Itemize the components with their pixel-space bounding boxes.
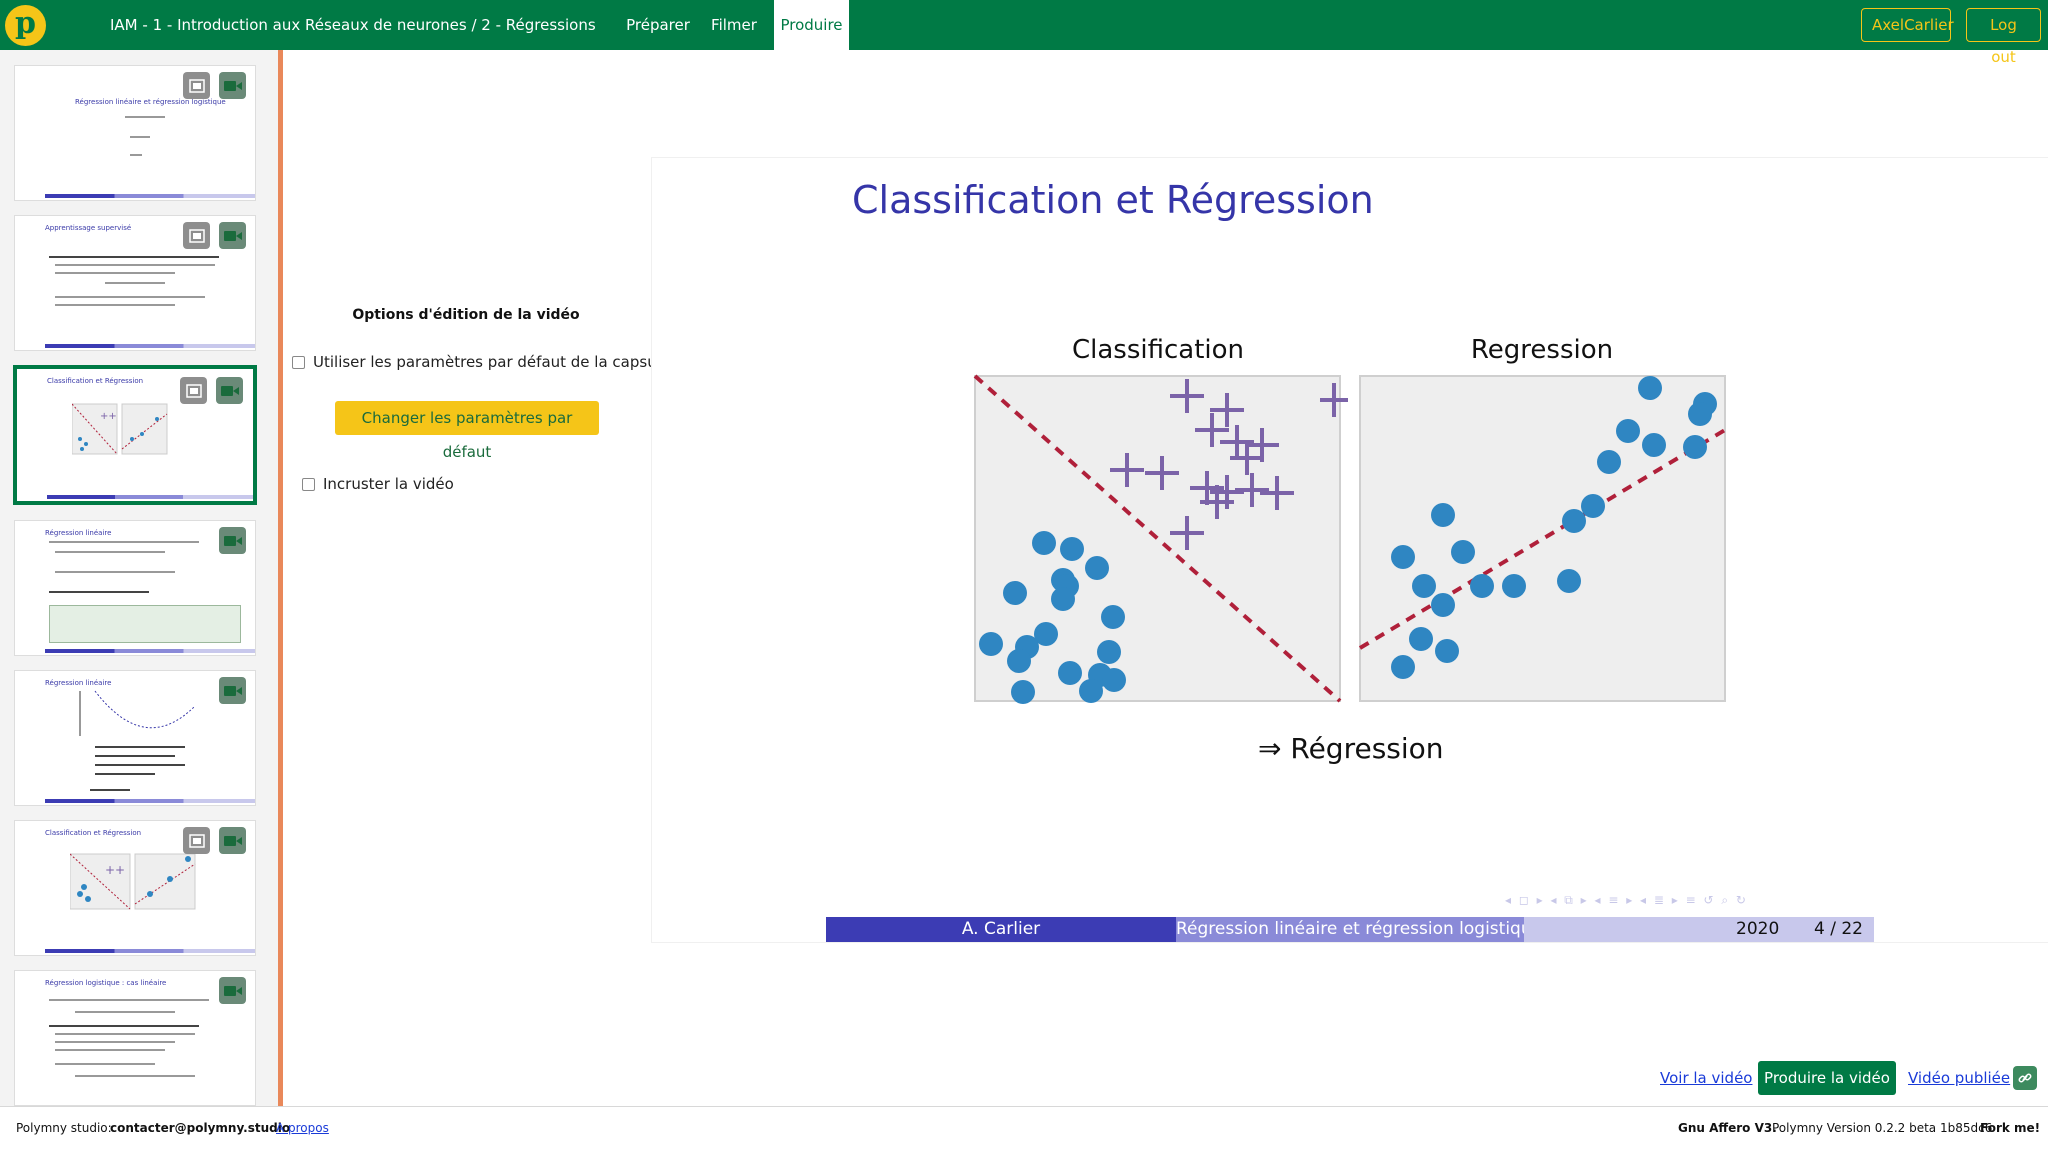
use-default-checkbox[interactable]	[292, 355, 305, 369]
contact-email[interactable]: contacter@polymny.studio	[110, 1121, 290, 1135]
record-slide-button[interactable]	[183, 72, 210, 99]
record-slide-button[interactable]	[183, 827, 210, 854]
slide-thumbnail-title: Régression logistique : cas linéaire	[45, 979, 167, 987]
regression-panel-title: Regression	[1471, 335, 1613, 365]
change-default-settings-button[interactable]: Changer les paramètres par défaut	[335, 401, 599, 461]
camera-button[interactable]	[219, 677, 246, 704]
about-link[interactable]: A propos	[276, 1121, 329, 1135]
slides-sidebar[interactable]: Régression linéaire et régression logist…	[0, 50, 282, 1106]
video-options-title: Options d'édition de la vidéo	[352, 307, 580, 323]
slide-footer-title: Régression linéaire et régression logist…	[1176, 917, 1542, 942]
svg-text:++: ++	[105, 863, 125, 877]
logout-button[interactable]: Log out	[1966, 8, 2041, 66]
slide-thumbnail[interactable]: Régression logistique : cas linéaire	[14, 970, 256, 1106]
video-camera-icon	[223, 535, 242, 546]
fork-me-link[interactable]: Fork me!	[1980, 1121, 2040, 1135]
slide-thumbnail[interactable]: Régression linéaire	[14, 670, 256, 806]
camera-button[interactable]	[216, 377, 243, 404]
slide-thumbnail-title: Classification et Régression	[47, 377, 144, 385]
slide-thumbnail[interactable]: Apprentissage supervisé	[14, 215, 256, 351]
license-label: Gnu Affero V3.	[1678, 1121, 1777, 1135]
logo-letter: p	[15, 5, 36, 41]
record-slide-button[interactable]	[183, 222, 210, 249]
video-camera-icon	[223, 685, 242, 696]
slide-footer-year: 2020	[1736, 919, 1780, 939]
thumb-curve-preview	[79, 690, 196, 736]
regression-panel	[1359, 375, 1726, 702]
slide-thumbnail[interactable]: Régression linéaire et régression logist…	[14, 65, 256, 201]
slide-caption-text: Régression	[1290, 732, 1444, 765]
implies-arrow: ⇒	[1258, 732, 1282, 765]
film-icon	[188, 78, 205, 93]
classification-panel-title: Classification	[1072, 335, 1244, 365]
slide-thumbnail-title: Régression linéaire et régression logist…	[75, 98, 226, 106]
film-icon	[188, 833, 205, 848]
copy-link-button[interactable]	[2013, 1066, 2037, 1090]
slide-thumbnail[interactable]: Classification et Régression ++	[14, 820, 256, 956]
version-label: Polymny Version 0.2.2 beta 1b85dc6	[1772, 1121, 1993, 1135]
use-default-label: Utiliser les paramètres par défaut de la…	[313, 353, 671, 371]
tab-produire[interactable]: Produire	[774, 0, 849, 50]
polymny-logo[interactable]: p	[5, 5, 46, 46]
slide-thumbnail-title: Régression linéaire	[45, 529, 112, 537]
camera-button[interactable]	[219, 72, 246, 99]
thumb-chart-preview: ++	[72, 403, 168, 455]
slide-thumbnail-title: Classification et Régression	[45, 829, 142, 837]
film-icon	[185, 383, 202, 398]
slide-thumbnail-selected[interactable]: Classification et Régression ++	[13, 365, 257, 505]
slide-thumbnail-title: Apprentissage supervisé	[45, 224, 132, 232]
tab-filmer[interactable]: Filmer	[706, 0, 762, 50]
embed-video-option[interactable]: Incruster la vidéo	[302, 475, 454, 493]
produce-video-button[interactable]: Produire la vidéo	[1758, 1061, 1896, 1095]
svg-text:++: ++	[100, 411, 117, 422]
slide-thumbnail[interactable]: Régression linéaire	[14, 520, 256, 656]
classification-regression-figure: Classification Regression	[973, 335, 1727, 704]
embed-video-label: Incruster la vidéo	[323, 475, 454, 493]
beamer-navigation-symbols: ◂ ◻ ▸ ◂ ⧉ ▸ ◂ ≡ ▸ ◂ ≣ ▸ ≡ ↺ ⌕ ↻	[1505, 893, 1748, 907]
slide-caption: ⇒ Régression	[1258, 732, 1444, 765]
link-icon	[2018, 1073, 2032, 1083]
camera-button[interactable]	[219, 527, 246, 554]
watch-video-link[interactable]: Voir la vidéo	[1660, 1069, 1752, 1087]
user-account-button[interactable]: AxelCarlier	[1861, 8, 1954, 42]
studio-label: Polymny studio:	[16, 1121, 112, 1135]
video-camera-icon	[223, 80, 242, 91]
camera-button[interactable]	[219, 977, 246, 1004]
video-camera-icon	[223, 835, 242, 846]
camera-button[interactable]	[219, 222, 246, 249]
camera-button[interactable]	[219, 827, 246, 854]
video-camera-icon	[223, 985, 242, 996]
breadcrumb[interactable]: IAM - 1 - Introduction aux Réseaux de ne…	[110, 0, 596, 50]
slide-footer-author: A. Carlier	[826, 917, 1176, 942]
status-bar: Polymny studio: contacter@polymny.studio…	[0, 1106, 2048, 1151]
slide-title: Classification et Régression	[852, 178, 1374, 222]
tab-preparer[interactable]: Préparer	[620, 0, 696, 50]
embed-video-checkbox[interactable]	[302, 477, 315, 491]
published-video-link[interactable]: Vidéo publiée	[1908, 1069, 2010, 1087]
film-icon	[188, 228, 205, 243]
top-navbar: p IAM - 1 - Introduction aux Réseaux de …	[0, 0, 2048, 66]
record-slide-button[interactable]	[180, 377, 207, 404]
slide-footer-meta: 2020 4 / 22	[1524, 917, 1874, 942]
video-camera-icon	[223, 230, 242, 241]
use-default-settings-option[interactable]: Utiliser les paramètres par défaut de la…	[292, 353, 670, 371]
video-camera-icon	[220, 385, 239, 396]
slide-footer-page: 4 / 22	[1814, 919, 1863, 939]
thumb-chart-preview: ++	[70, 853, 196, 910]
sidebar-resize-handle[interactable]	[278, 50, 283, 1106]
